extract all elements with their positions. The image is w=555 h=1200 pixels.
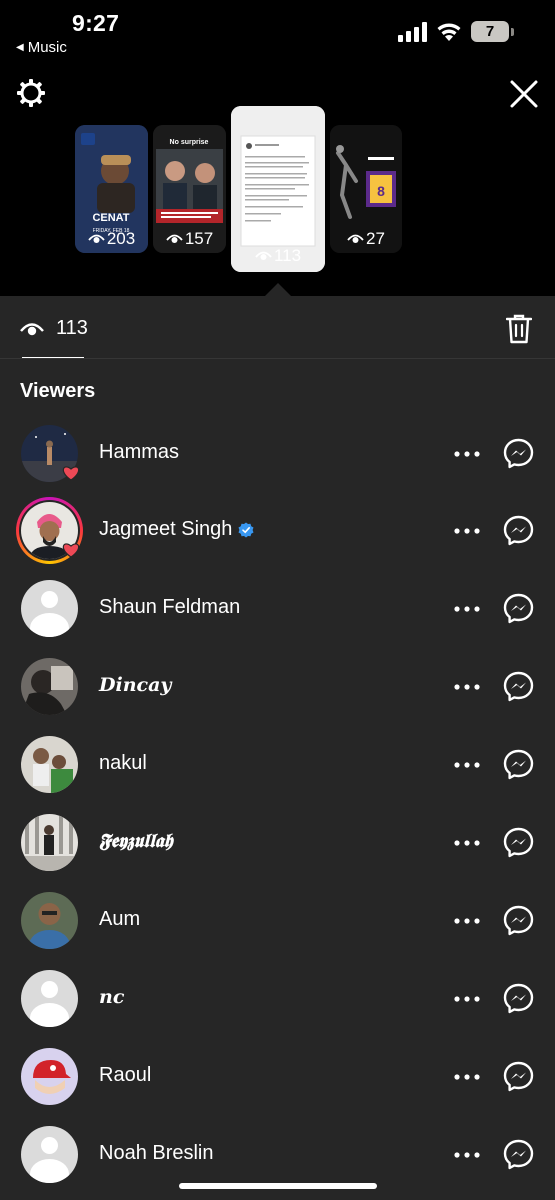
back-to-app-link[interactable]: ◀ Music xyxy=(16,39,67,56)
viewer-name[interactable]: nakul xyxy=(99,752,147,775)
verified-badge-icon xyxy=(238,522,254,537)
back-app-label: Music xyxy=(27,39,67,56)
eye-icon xyxy=(166,234,183,243)
more-options-icon[interactable] xyxy=(454,996,480,1002)
back-arrow-icon: ◀ xyxy=(16,42,24,53)
battery-indicator: 7 xyxy=(471,21,509,42)
messenger-icon[interactable] xyxy=(503,905,534,936)
viewer-row[interactable]: Aum xyxy=(0,892,555,970)
story-thumbnail-1[interactable]: CENAT FRIDAY, FEB 18 203 xyxy=(75,125,148,253)
viewers-panel: 113 Viewers Hammas Jagmeet Singh Shaun F… xyxy=(0,296,555,1200)
divider xyxy=(0,358,555,359)
eye-icon xyxy=(347,234,364,243)
viewer-name[interactable]: 𝑫𝒊𝒏𝒄𝒂𝒚 xyxy=(99,674,171,696)
status-bar: 9:27 ◀ Music 7 xyxy=(0,0,555,62)
svg-text:8: 8 xyxy=(377,183,385,199)
viewer-row[interactable]: Shaun Feldman xyxy=(0,580,555,658)
more-options-icon[interactable] xyxy=(454,1074,480,1080)
viewer-name[interactable]: Shaun Feldman xyxy=(99,596,240,619)
viewer-row[interactable]: nakul xyxy=(0,736,555,814)
status-time: 9:27 xyxy=(72,10,120,36)
eye-icon xyxy=(20,322,44,335)
more-options-icon[interactable] xyxy=(454,1152,480,1158)
view-count: 113 xyxy=(56,317,88,339)
story-3-view-count: 113 xyxy=(273,246,302,265)
more-options-icon[interactable] xyxy=(454,840,480,846)
messenger-icon[interactable] xyxy=(503,515,534,546)
avatar[interactable] xyxy=(21,814,78,871)
more-options-icon[interactable] xyxy=(454,451,480,457)
avatar[interactable] xyxy=(21,892,78,949)
eye-icon xyxy=(255,251,272,260)
delete-trash-icon[interactable] xyxy=(506,314,532,344)
more-options-icon[interactable] xyxy=(454,528,480,534)
settings-gear-icon[interactable] xyxy=(16,78,46,108)
eye-icon xyxy=(88,234,105,243)
like-heart-icon xyxy=(62,466,80,481)
more-options-icon[interactable] xyxy=(454,606,480,612)
story-2-view-count: 157 xyxy=(184,229,214,248)
viewer-row[interactable]: 𝒏𝒄 xyxy=(0,970,555,1048)
viewer-name[interactable]: Hammas xyxy=(99,441,179,464)
viewer-name[interactable]: Aum xyxy=(99,908,140,931)
more-options-icon[interactable] xyxy=(454,762,480,768)
like-heart-icon xyxy=(62,543,80,558)
viewer-row[interactable]: Hammas xyxy=(0,425,555,503)
default-avatar[interactable] xyxy=(21,580,78,637)
viewer-row[interactable]: Jagmeet Singh xyxy=(0,497,555,580)
viewer-row[interactable]: 𝕱𝖊𝖞𝖟𝖚𝖑𝖑𝖆𝖍 xyxy=(0,814,555,892)
story-3-views: 113 xyxy=(231,246,325,266)
viewer-name[interactable]: Jagmeet Singh xyxy=(99,518,254,541)
tab-views[interactable]: 113 xyxy=(20,317,88,340)
messenger-icon[interactable] xyxy=(503,1061,534,1092)
messenger-icon[interactable] xyxy=(503,749,534,780)
messenger-icon[interactable] xyxy=(503,438,534,469)
home-indicator[interactable] xyxy=(179,1183,377,1189)
story-1-views: 203 xyxy=(75,229,148,249)
selected-story-pointer xyxy=(264,283,292,297)
viewer-name[interactable]: 𝕱𝖊𝖞𝖟𝖚𝖑𝖑𝖆𝖍 xyxy=(99,830,173,852)
avatar[interactable] xyxy=(21,658,78,715)
story-1-view-count: 203 xyxy=(106,229,136,248)
viewer-name[interactable]: Noah Breslin xyxy=(99,1142,214,1165)
messenger-icon[interactable] xyxy=(503,593,534,624)
default-avatar[interactable] xyxy=(21,1126,78,1183)
cellular-signal-icon xyxy=(398,22,427,42)
close-icon[interactable] xyxy=(508,78,540,110)
messenger-icon[interactable] xyxy=(503,827,534,858)
default-avatar[interactable] xyxy=(21,970,78,1027)
messenger-icon[interactable] xyxy=(503,983,534,1014)
story-1-caption: CENAT xyxy=(92,212,129,224)
more-options-icon[interactable] xyxy=(454,684,480,690)
battery-tip xyxy=(511,28,514,36)
story-2-caption: No surprise xyxy=(170,139,209,146)
story-thumbnail-4[interactable]: 8 27 xyxy=(330,125,402,253)
story-thumbnail-2[interactable]: No surprise 157 xyxy=(153,125,226,253)
avatar[interactable] xyxy=(21,736,78,793)
viewer-name[interactable]: 𝒏𝒄 xyxy=(99,986,124,1008)
viewer-name[interactable]: Raoul xyxy=(99,1064,151,1087)
messenger-icon[interactable] xyxy=(503,1139,534,1170)
wifi-icon xyxy=(437,23,461,41)
viewer-row[interactable]: Raoul xyxy=(0,1048,555,1126)
story-thumbnail-current[interactable]: 113 xyxy=(231,106,325,272)
avatar[interactable] xyxy=(21,1048,78,1105)
story-4-views: 27 xyxy=(330,229,402,249)
messenger-icon[interactable] xyxy=(503,671,534,702)
story-4-view-count: 27 xyxy=(366,229,385,248)
viewers-heading: Viewers xyxy=(20,380,96,402)
story-2-views: 157 xyxy=(153,229,226,249)
more-options-icon[interactable] xyxy=(454,918,480,924)
viewer-row[interactable]: 𝑫𝒊𝒏𝒄𝒂𝒚 xyxy=(0,658,555,736)
